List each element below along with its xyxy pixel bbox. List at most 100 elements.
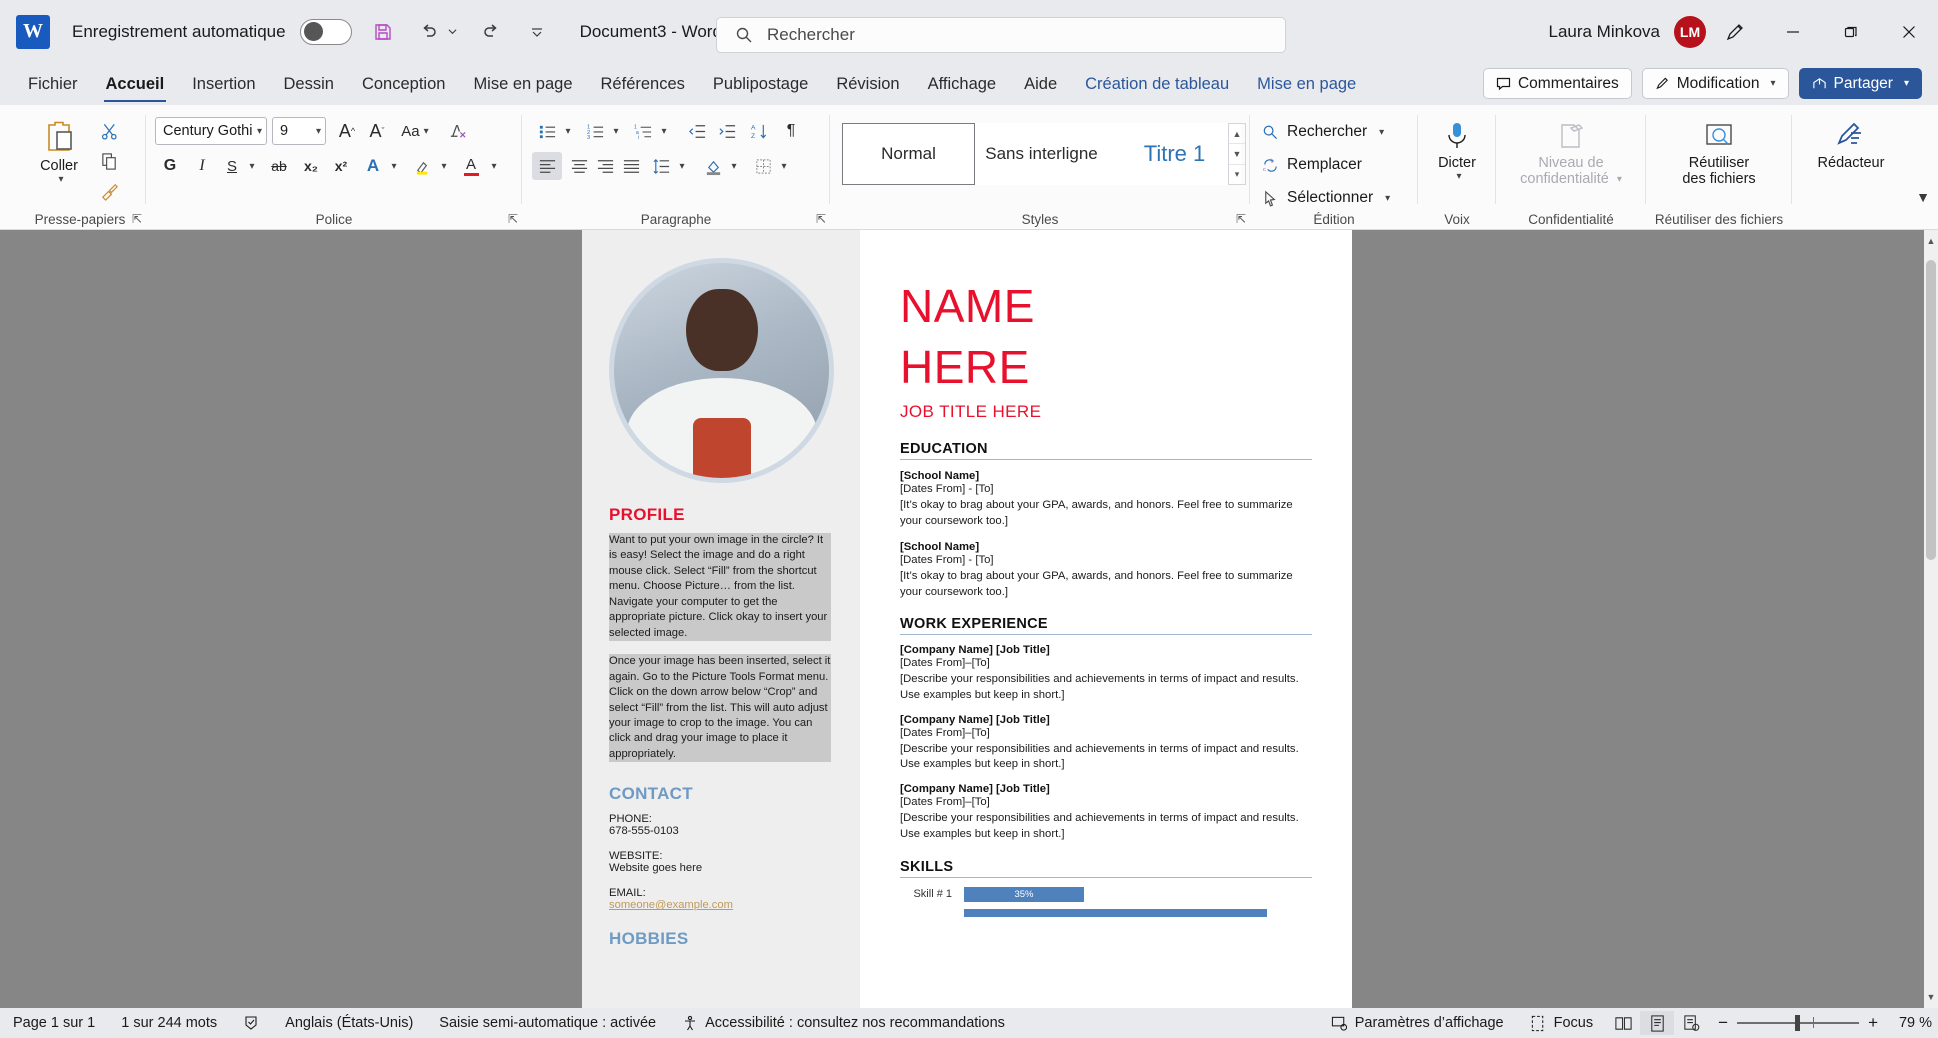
font-name-combobox[interactable]: Century Gothic (Corp ▾ xyxy=(155,117,267,145)
grow-font-button[interactable]: A ^ xyxy=(332,117,362,145)
numbering-dropdown-icon[interactable]: ▾ xyxy=(606,117,622,145)
resume-job-title[interactable]: JOB TITLE HERE xyxy=(900,402,1312,422)
sort-button[interactable]: AZ xyxy=(744,117,774,145)
paste-button[interactable]: Coller ▾ xyxy=(28,117,90,185)
tab-accueil[interactable]: Accueil xyxy=(92,71,179,105)
bold-button[interactable]: G xyxy=(155,152,185,180)
tab-references[interactable]: Références xyxy=(587,71,699,105)
web-layout-button[interactable] xyxy=(1674,1011,1708,1035)
style-normal[interactable]: Normal xyxy=(842,123,975,185)
scrollbar-thumb[interactable] xyxy=(1926,260,1936,560)
scroll-up-icon[interactable]: ▲ xyxy=(1924,232,1938,250)
sensitivity-button[interactable]: Niveau de confidentialité ▾ xyxy=(1508,119,1634,187)
styles-dialog-launcher-icon[interactable]: ⇱ xyxy=(1236,212,1246,226)
work-entry[interactable]: [Company Name] [Job Title] [Dates From]–… xyxy=(900,783,1312,842)
vertical-scrollbar[interactable]: ▲ ▼ xyxy=(1924,230,1938,1008)
cut-button[interactable] xyxy=(94,117,124,145)
strikethrough-button[interactable]: ab xyxy=(264,152,294,180)
undo-icon[interactable] xyxy=(414,17,444,47)
print-layout-button[interactable] xyxy=(1640,1011,1675,1035)
tab-revision[interactable]: Révision xyxy=(822,71,913,105)
profile-paragraph-1[interactable]: Want to put your own image in the circle… xyxy=(609,533,831,642)
styles-more-icon[interactable]: ▾ xyxy=(1229,163,1245,184)
multilevel-dropdown-icon[interactable]: ▾ xyxy=(654,117,670,145)
underline-dropdown-icon[interactable]: ▾ xyxy=(242,152,258,180)
page-indicator[interactable]: Page 1 sur 1 xyxy=(0,1015,108,1031)
restore-icon[interactable] xyxy=(1822,0,1880,63)
comments-button[interactable]: Commentaires xyxy=(1482,68,1632,99)
bullets-dropdown-icon[interactable]: ▾ xyxy=(558,117,574,145)
tab-publipostage[interactable]: Publipostage xyxy=(699,71,822,105)
replace-button[interactable]: bc Remplacer xyxy=(1262,151,1362,179)
display-settings-button[interactable]: Paramètres d’affichage xyxy=(1318,1015,1517,1032)
word-count[interactable]: 1 sur 244 mots xyxy=(108,1015,230,1031)
document-canvas[interactable]: PROFILE Want to put your own image in th… xyxy=(0,230,1938,1008)
change-case-button[interactable]: Aa ▾ xyxy=(394,117,436,145)
autosave-toggle[interactable] xyxy=(299,18,352,45)
phone-value[interactable]: 678-555-0103 xyxy=(609,825,831,837)
collapse-ribbon-icon[interactable]: ▼ xyxy=(1916,189,1930,205)
font-size-combobox[interactable]: 9 ▾ xyxy=(272,117,326,145)
tab-insertion[interactable]: Insertion xyxy=(178,71,269,105)
undo-dropdown-icon[interactable] xyxy=(446,17,460,47)
zoom-out-icon[interactable]: − xyxy=(1718,1013,1728,1033)
work-entry[interactable]: [Company Name] [Job Title] [Dates From]–… xyxy=(900,644,1312,703)
tab-dessin[interactable]: Dessin xyxy=(270,71,348,105)
zoom-level-label[interactable]: 79 % xyxy=(1888,1015,1932,1031)
increase-indent-button[interactable] xyxy=(712,117,742,145)
document-page[interactable]: PROFILE Want to put your own image in th… xyxy=(582,230,1352,1008)
zoom-in-icon[interactable]: + xyxy=(1868,1013,1878,1033)
font-dialog-launcher-icon[interactable]: ⇱ xyxy=(508,212,518,226)
clear-formatting-button[interactable] xyxy=(442,117,472,145)
editing-mode-button[interactable]: Modification ▾ xyxy=(1641,68,1789,99)
zoom-track[interactable] xyxy=(1737,1015,1860,1031)
ink-pen-icon[interactable] xyxy=(1706,0,1764,63)
editor-button[interactable]: Rédacteur xyxy=(1808,119,1894,171)
zoom-slider[interactable]: − + xyxy=(1718,1013,1878,1033)
avatar[interactable]: LM xyxy=(1674,15,1706,48)
borders-dropdown-icon[interactable]: ▾ xyxy=(774,152,790,180)
work-entry[interactable]: [Company Name] [Job Title] [Dates From]–… xyxy=(900,714,1312,773)
tab-aide[interactable]: Aide xyxy=(1010,71,1071,105)
autotype-indicator[interactable]: Saisie semi-automatique : activée xyxy=(426,1015,669,1031)
email-value[interactable]: someone@example.com xyxy=(609,899,831,911)
profile-paragraph-2[interactable]: Once your image has been inserted, selec… xyxy=(609,654,831,763)
subscript-button[interactable]: x₂ xyxy=(296,152,326,180)
highlight-dropdown-icon[interactable]: ▾ xyxy=(434,152,450,180)
copy-button[interactable] xyxy=(94,147,124,175)
resume-name-line1[interactable]: NAME xyxy=(900,276,1312,337)
minimize-icon[interactable] xyxy=(1764,0,1822,63)
website-value[interactable]: Website goes here xyxy=(609,862,831,874)
text-effects-dropdown-icon[interactable]: ▾ xyxy=(384,152,400,180)
paragraph-dialog-launcher-icon[interactable]: ⇱ xyxy=(816,212,826,226)
tab-fichier[interactable]: Fichier xyxy=(14,71,92,105)
tab-mise-en-page-tableau[interactable]: Mise en page xyxy=(1243,71,1370,105)
accessibility-indicator[interactable]: Accessibilité : consultez nos recommanda… xyxy=(669,1015,1018,1031)
format-painter-button[interactable] xyxy=(94,177,124,205)
redo-icon[interactable] xyxy=(476,17,506,47)
select-button[interactable]: Sélectionner ▾ xyxy=(1262,184,1390,212)
superscript-button[interactable]: x² xyxy=(326,152,356,180)
skill-row[interactable]: Skill # 1 35% xyxy=(900,886,1312,902)
profile-photo[interactable] xyxy=(609,258,834,483)
style-sans-interligne[interactable]: Sans interligne xyxy=(975,123,1108,185)
show-formatting-marks-button[interactable]: ¶ xyxy=(776,117,806,145)
find-button[interactable]: Rechercher ▾ xyxy=(1262,118,1384,146)
share-button[interactable]: Partager ▾ xyxy=(1798,68,1922,99)
focus-button[interactable]: Focus xyxy=(1517,1015,1607,1032)
scroll-down-icon[interactable]: ▼ xyxy=(1924,988,1938,1006)
education-entry[interactable]: [School Name] [Dates From] - [To] [It’s … xyxy=(900,541,1312,600)
font-color-dropdown-icon[interactable]: ▾ xyxy=(484,152,500,180)
language-indicator[interactable]: Anglais (États-Unis) xyxy=(272,1015,426,1031)
clipboard-dialog-launcher-icon[interactable]: ⇱ xyxy=(132,212,142,226)
close-icon[interactable] xyxy=(1880,0,1938,63)
decrease-indent-button[interactable] xyxy=(682,117,712,145)
tab-affichage[interactable]: Affichage xyxy=(914,71,1011,105)
customize-quick-access-toolbar-icon[interactable] xyxy=(522,17,552,47)
search-input[interactable]: Rechercher xyxy=(716,17,1286,53)
justify-button[interactable] xyxy=(616,152,646,180)
tab-mise-en-page[interactable]: Mise en page xyxy=(459,71,586,105)
reuse-files-button[interactable]: Réutiliser des fichiers xyxy=(1666,119,1772,187)
shrink-font-button[interactable]: Aˇ xyxy=(362,117,392,145)
line-spacing-dropdown-icon[interactable]: ▾ xyxy=(672,152,688,180)
